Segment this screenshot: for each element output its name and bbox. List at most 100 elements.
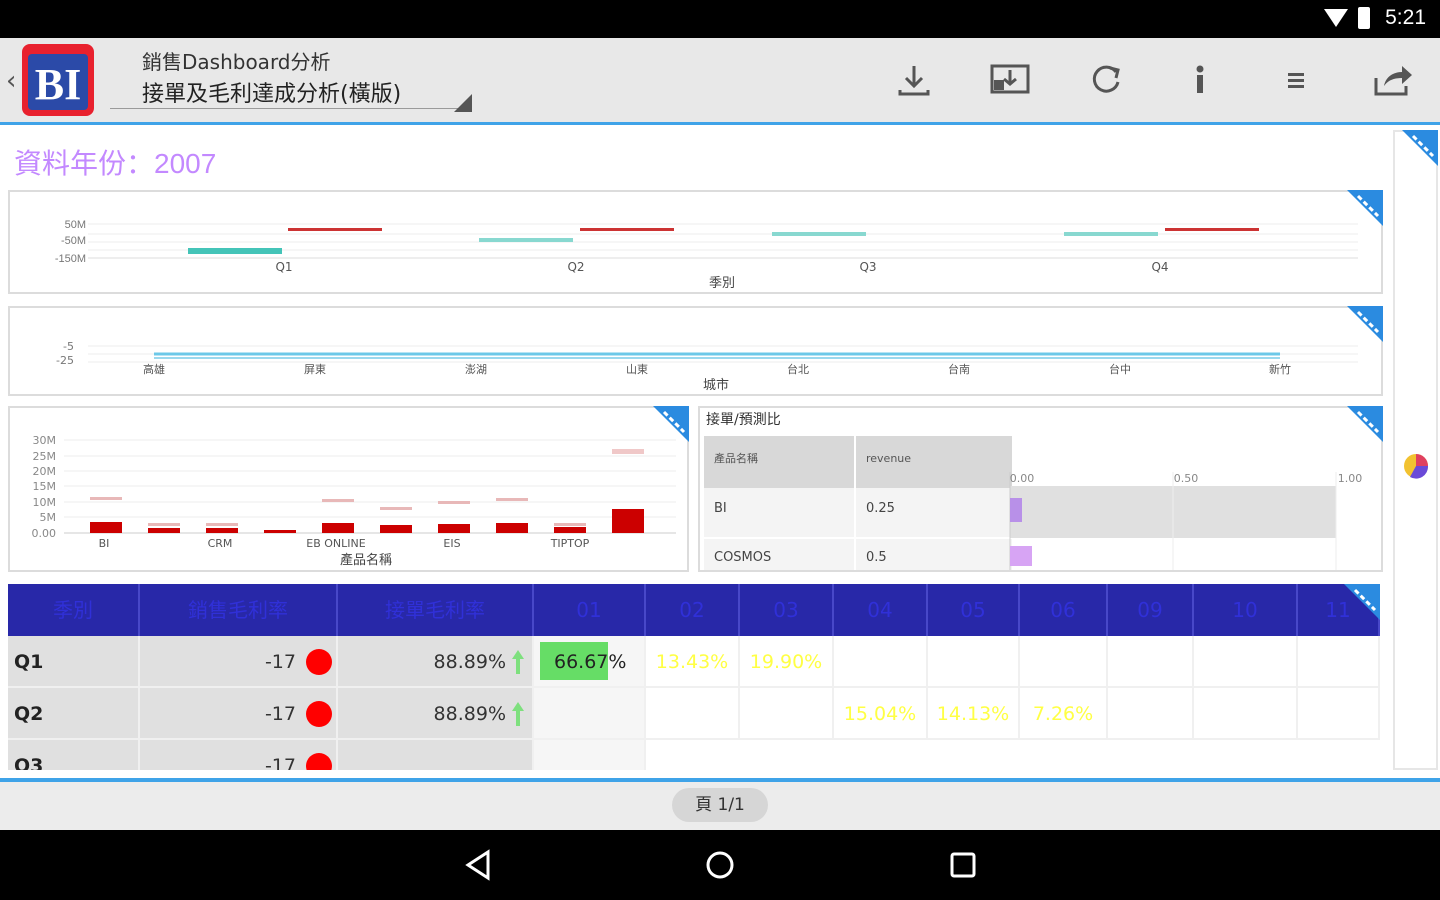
q1-order-bar[interactable] <box>288 228 382 231</box>
page-indicator[interactable]: 頁 1/1 <box>672 788 768 822</box>
sales-margin-value: -17 <box>264 651 296 673</box>
table-cell[interactable] <box>740 688 834 740</box>
expand-corner-icon[interactable] <box>1347 190 1383 226</box>
bar-target[interactable] <box>90 497 122 500</box>
product-bars[interactable] <box>90 449 644 533</box>
table-cell[interactable] <box>1298 636 1380 688</box>
q2-order-bar[interactable] <box>580 228 674 231</box>
table-cell[interactable]: 19.90% <box>740 636 834 688</box>
bar-target[interactable] <box>496 498 528 501</box>
recents-nav-icon[interactable] <box>946 848 980 882</box>
pivot-table[interactable]: 季別 銷售毛利率 接單毛利率 01 02 03 04 05 06 09 10 1… <box>8 584 1380 770</box>
expand-corner-icon[interactable] <box>1347 306 1383 342</box>
title-underline <box>110 108 470 109</box>
row-label[interactable]: Q1 <box>8 636 140 688</box>
table-header[interactable]: 03 <box>740 584 834 636</box>
download-icon[interactable] <box>894 60 934 100</box>
expand-corner-icon[interactable] <box>653 406 689 442</box>
expand-corner-icon[interactable] <box>1347 406 1383 442</box>
q4-order-bar[interactable] <box>1165 228 1259 231</box>
y-tick: 50M <box>65 219 86 231</box>
report-title[interactable]: 接單及毛利達成分析(橫版) <box>142 76 401 108</box>
x-tick: 台中 <box>1109 362 1131 376</box>
menu-icon[interactable] <box>1278 60 1314 100</box>
y-tick: 15M <box>33 480 57 493</box>
table-header[interactable]: 04 <box>834 584 928 636</box>
table-cell[interactable] <box>534 740 646 770</box>
table-header[interactable]: 接單毛利率 <box>338 584 534 636</box>
table-cell[interactable]: 66.67% <box>534 636 646 688</box>
x-axis-label: 產品名稱 <box>340 552 392 568</box>
side-panel[interactable] <box>1393 130 1438 770</box>
row-label[interactable]: Q2 <box>8 688 140 740</box>
table-cell[interactable] <box>1194 688 1298 740</box>
table-header[interactable]: 06 <box>1020 584 1108 636</box>
table-cell[interactable] <box>646 688 740 740</box>
bar-target[interactable] <box>206 523 238 526</box>
bar[interactable] <box>612 509 644 533</box>
table-cell[interactable]: 13.43% <box>646 636 740 688</box>
back-nav-icon[interactable] <box>462 848 496 882</box>
bar[interactable] <box>206 528 238 533</box>
q3-sales-bar[interactable] <box>772 232 866 236</box>
table-cell[interactable] <box>534 688 646 740</box>
dropdown-corner-icon[interactable] <box>454 94 472 112</box>
bar-target[interactable] <box>322 499 354 502</box>
side-panel-corner-icon[interactable] <box>1393 130 1438 170</box>
home-nav-icon[interactable] <box>703 848 737 882</box>
bar[interactable] <box>90 522 122 533</box>
table-cell[interactable] <box>1194 636 1298 688</box>
table-cell[interactable] <box>1298 688 1380 740</box>
table-header[interactable]: 02 <box>646 584 740 636</box>
ratio-bar-bi[interactable] <box>1010 498 1022 522</box>
table-cell[interactable] <box>1020 636 1108 688</box>
bar[interactable] <box>438 524 470 533</box>
bar-target[interactable] <box>612 449 644 454</box>
q2-sales-bar[interactable] <box>479 238 573 242</box>
bar[interactable] <box>554 527 586 533</box>
ratio-bar-cosmos[interactable] <box>1010 546 1032 566</box>
table-cell[interactable]: 7.26% <box>1020 688 1108 740</box>
back-icon[interactable]: ‹ <box>6 66 16 96</box>
table-cell[interactable] <box>928 636 1020 688</box>
table-cell: -17 <box>140 740 338 770</box>
x-tick: CRM <box>208 537 233 550</box>
table-header[interactable]: 01 <box>534 584 646 636</box>
x-tick: 山東 <box>626 363 648 376</box>
table-cell[interactable]: 15.04% <box>834 688 928 740</box>
q1-sales-bar[interactable] <box>188 248 282 254</box>
y-tick: -5 <box>63 340 74 353</box>
bar-target[interactable] <box>438 501 470 504</box>
table-cell[interactable]: 14.13% <box>928 688 1020 740</box>
info-icon[interactable] <box>1182 60 1218 100</box>
bar[interactable] <box>380 525 412 533</box>
y-tick: -150M <box>55 253 86 265</box>
table-header[interactable]: 09 <box>1108 584 1194 636</box>
table-cell[interactable] <box>834 636 928 688</box>
q4-sales-bar[interactable] <box>1064 232 1158 236</box>
expand-corner-icon[interactable] <box>1344 584 1380 620</box>
row-label[interactable]: Q3 <box>8 740 140 770</box>
bar-target[interactable] <box>380 507 412 510</box>
bar[interactable] <box>496 523 528 533</box>
bi-logo[interactable]: BI <box>22 44 94 116</box>
bar[interactable] <box>148 528 180 533</box>
bar-target[interactable] <box>148 523 180 526</box>
bar-target[interactable] <box>554 523 586 526</box>
bar[interactable] <box>264 530 296 533</box>
table-header[interactable]: 05 <box>928 584 1020 636</box>
share-icon[interactable] <box>1370 58 1414 100</box>
table-header[interactable]: 銷售毛利率 <box>140 584 338 636</box>
pie-chart-icon[interactable] <box>1402 452 1430 480</box>
bar[interactable] <box>322 523 354 533</box>
x-tick: Q3 <box>859 260 876 274</box>
refresh-icon[interactable] <box>1086 60 1126 100</box>
table-header[interactable]: 季別 <box>8 584 140 636</box>
col-header: 產品名稱 <box>714 451 758 465</box>
export-image-icon[interactable] <box>988 60 1032 100</box>
ratio-row-value: 0.25 <box>866 501 895 516</box>
table-cell[interactable] <box>1108 688 1194 740</box>
ratio-row-name: BI <box>714 501 727 516</box>
table-cell[interactable] <box>1108 636 1194 688</box>
table-header[interactable]: 10 <box>1194 584 1298 636</box>
